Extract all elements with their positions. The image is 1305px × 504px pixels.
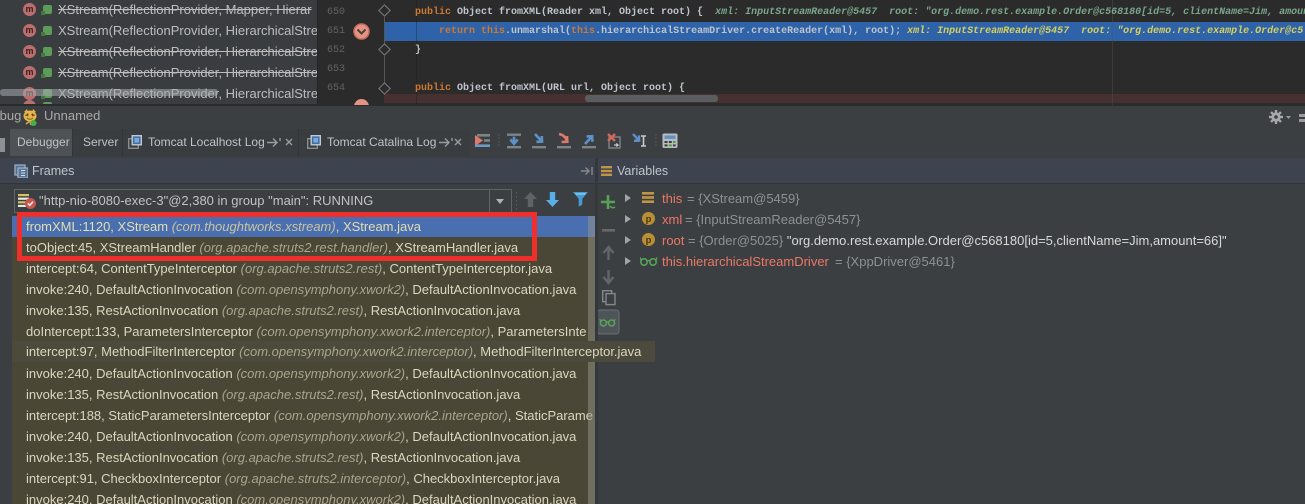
svg-text:p: p (646, 214, 652, 225)
svg-text:p: p (646, 235, 652, 246)
